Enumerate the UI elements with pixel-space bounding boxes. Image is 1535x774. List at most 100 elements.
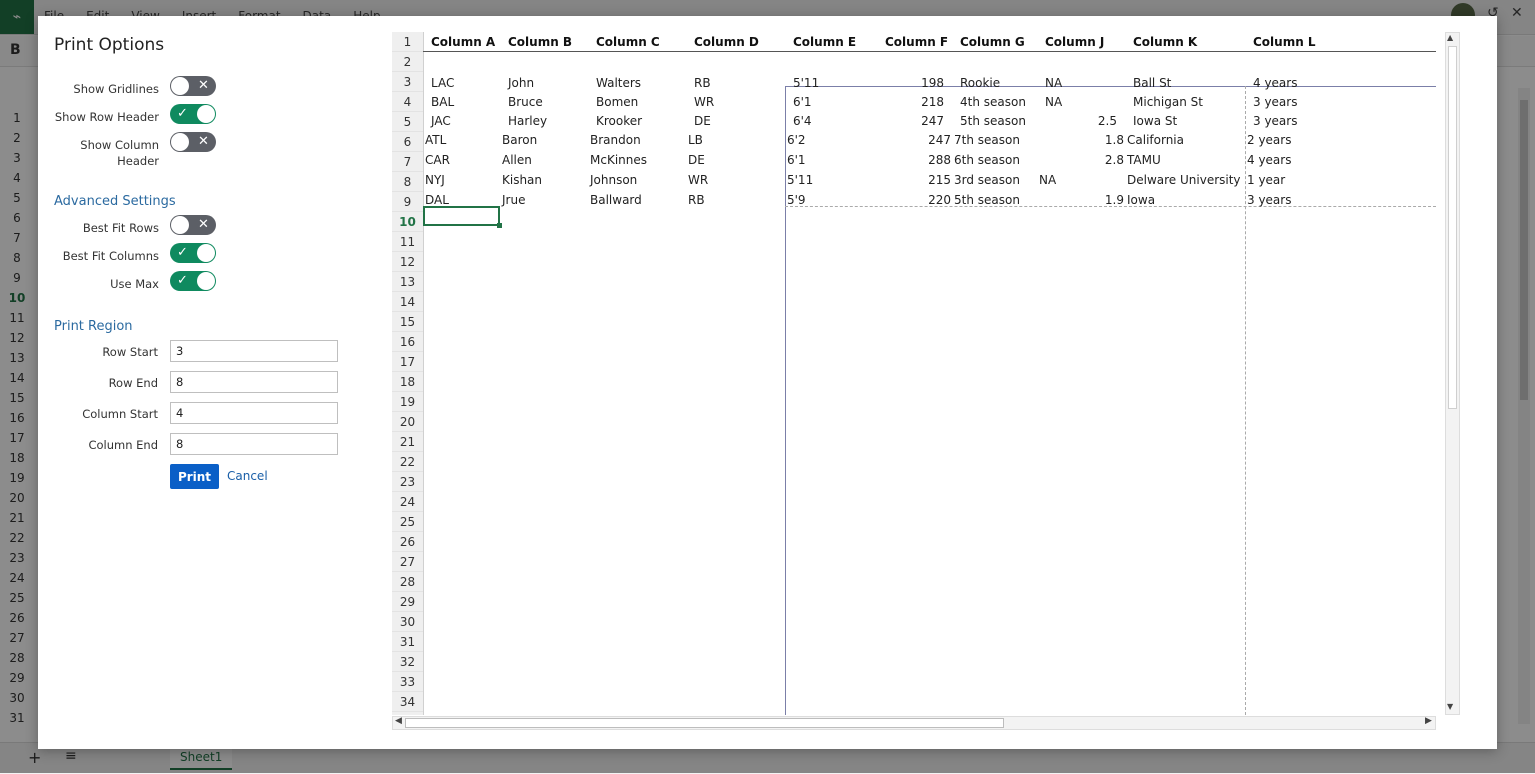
preview-horizontal-thumb[interactable] xyxy=(405,718,1004,728)
print-button[interactable]: Print xyxy=(170,464,219,489)
preview-row-number: 22 xyxy=(392,452,423,472)
toggle-knob xyxy=(197,272,215,290)
column-end-input[interactable] xyxy=(170,433,338,455)
preview-column-header: Column E xyxy=(793,35,857,49)
preview-column-header: Column B xyxy=(508,35,573,49)
preview-cell: 3 years xyxy=(1253,95,1298,109)
row-start-input[interactable] xyxy=(170,340,338,362)
x-icon: ✕ xyxy=(198,134,209,149)
toggle-knob xyxy=(171,133,189,151)
check-icon: ✓ xyxy=(177,106,188,121)
preview-vertical-thumb[interactable] xyxy=(1448,46,1457,409)
option-label: Show Row Header xyxy=(54,110,159,124)
toggle-knob xyxy=(171,216,189,234)
preview-cell: DE xyxy=(688,153,705,167)
preview-cell: ATL xyxy=(425,133,447,147)
column-end-label: Column End xyxy=(88,438,158,452)
toggle-knob xyxy=(171,77,189,95)
preview-row-number: 20 xyxy=(392,412,423,432)
preview-cell: 5th season xyxy=(960,114,1026,128)
preview-row-number: 16 xyxy=(392,332,423,352)
preview-cell: 6'2 xyxy=(787,133,806,147)
preview-cell: 6th season xyxy=(954,153,1020,167)
preview-cell: 5'11 xyxy=(787,173,814,187)
check-icon: ✓ xyxy=(177,273,188,288)
preview-cell: BAL xyxy=(431,95,455,109)
preview-cell: Rookie xyxy=(960,76,1001,90)
preview-cell: 1.8 xyxy=(1104,133,1124,147)
preview-cell: Jrue xyxy=(502,193,526,207)
preview-cell: 4 years xyxy=(1253,76,1298,90)
preview-cell: Delware University xyxy=(1127,173,1241,187)
preview-cell: 4th season xyxy=(960,95,1026,109)
preview-cell: 3rd season xyxy=(954,173,1020,187)
preview-column-header: Column A xyxy=(431,35,496,49)
toggle-switch[interactable]: ✓ xyxy=(170,243,216,263)
cancel-link[interactable]: Cancel xyxy=(227,469,268,483)
preview-cell: DE xyxy=(694,114,711,128)
preview-row-number: 17 xyxy=(392,352,423,372)
preview-cell: 198 xyxy=(921,76,944,90)
preview-row-number: 5 xyxy=(392,112,423,132)
option-label: Show Column Header xyxy=(80,138,159,168)
toggle-switch[interactable]: ✕ xyxy=(170,76,216,96)
preview-cell: 220 xyxy=(928,193,951,207)
preview-cell: 1.9 xyxy=(1104,193,1124,207)
preview-cell: Allen xyxy=(502,153,532,167)
preview-row-number: 4 xyxy=(392,92,423,112)
advanced-settings-title: Advanced Settings xyxy=(54,194,176,209)
option-label: Use Max xyxy=(110,277,159,291)
row-end-input[interactable] xyxy=(170,371,338,393)
preview-cell: Iowa St xyxy=(1133,114,1178,128)
preview-row-number: 31 xyxy=(392,632,423,652)
option-label: Best Fit Columns xyxy=(62,249,159,263)
preview-row-number: 26 xyxy=(392,532,423,552)
preview-cell: Krooker xyxy=(596,114,643,128)
preview-cell: LB xyxy=(688,133,703,147)
scroll-left-icon[interactable]: ◀ xyxy=(395,716,402,726)
scroll-up-icon[interactable]: ▲ xyxy=(1447,33,1453,42)
fill-handle[interactable] xyxy=(497,223,502,228)
preview-cell: 2.5 xyxy=(1097,114,1117,128)
preview-row-number: 11 xyxy=(392,232,423,252)
preview-cell: JAC xyxy=(431,114,451,128)
scroll-down-icon[interactable]: ▼ xyxy=(1447,702,1453,711)
preview-cell: McKinnes xyxy=(590,153,647,167)
toggle-knob xyxy=(197,244,215,262)
preview-cell: 2.8 xyxy=(1104,153,1124,167)
preview-column-header: Column F xyxy=(885,35,949,49)
preview-cell: WR xyxy=(688,173,709,187)
toggle-switch[interactable]: ✕ xyxy=(170,215,216,235)
print-region-top-border xyxy=(785,86,1436,87)
preview-row-number: 12 xyxy=(392,252,423,272)
scroll-right-icon[interactable]: ▶ xyxy=(1425,716,1432,726)
toggle-switch[interactable]: ✓ xyxy=(170,104,216,124)
toggle-switch[interactable]: ✓ xyxy=(170,271,216,291)
preview-row-number: 9 xyxy=(392,192,423,212)
preview-cell: TAMU xyxy=(1127,153,1161,167)
x-icon: ✕ xyxy=(198,217,209,232)
preview-cell: NA xyxy=(1045,95,1063,109)
preview-row-number: 14 xyxy=(392,292,423,312)
preview-cell: 3 years xyxy=(1247,193,1292,207)
preview-row-number: 18 xyxy=(392,372,423,392)
preview-cell: 4 years xyxy=(1247,153,1292,167)
preview-row-number: 6 xyxy=(392,132,423,152)
preview-cell: 3 years xyxy=(1253,114,1298,128)
option-label: Best Fit Rows xyxy=(82,221,159,235)
preview-row-number: 21 xyxy=(392,432,423,452)
preview-row-number: 23 xyxy=(392,472,423,492)
preview-cell: NA xyxy=(1039,173,1057,187)
column-start-input[interactable] xyxy=(170,402,338,424)
preview-row-number: 19 xyxy=(392,392,423,412)
row-end-label: Row End xyxy=(108,376,158,390)
preview-cell: RB xyxy=(694,76,711,90)
toggle-knob xyxy=(197,105,215,123)
preview-cell: 1 year xyxy=(1247,173,1286,187)
preview-cell: 6'4 xyxy=(793,114,812,128)
option-row: Show Gridlines ✕ xyxy=(38,76,218,104)
toggle-switch[interactable]: ✕ xyxy=(170,132,216,152)
preview-row-number: 15 xyxy=(392,312,423,332)
preview-cell: 215 xyxy=(928,173,951,187)
selected-cell[interactable] xyxy=(423,206,500,226)
